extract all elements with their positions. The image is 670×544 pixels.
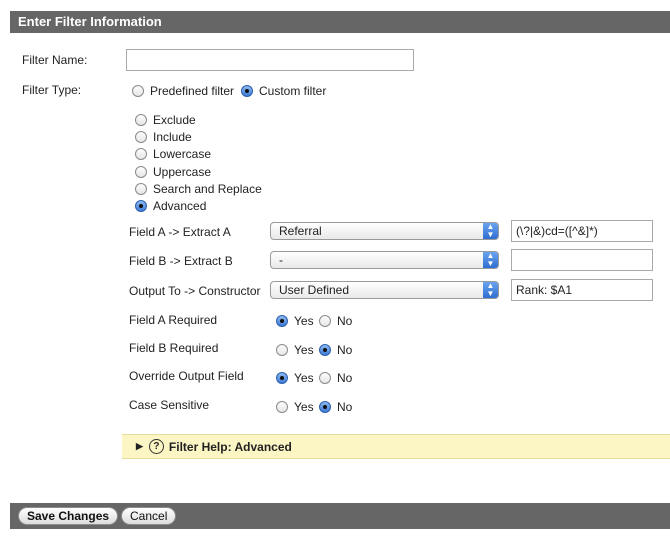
filter-help-toggle[interactable]: ▶ ? Filter Help: Advanced	[122, 434, 670, 459]
predefined-filter-label: Predefined filter	[150, 84, 235, 98]
filter-name-label: Filter Name:	[22, 53, 88, 67]
no-label: No	[337, 371, 353, 385]
cancel-button[interactable]: Cancel	[121, 507, 177, 525]
save-changes-button[interactable]: Save Changes	[18, 507, 119, 525]
type-search-replace-radio[interactable]: Search and Replace	[135, 182, 262, 196]
output-select[interactable]: User Defined ▲ ▼	[270, 281, 499, 299]
filter-help-label: Filter Help: Advanced	[168, 439, 292, 454]
radio-icon[interactable]	[319, 372, 331, 384]
yes-label: Yes	[294, 400, 314, 414]
field-a-required-label: Field A Required	[129, 313, 218, 327]
select-arrows-icon: ▲ ▼	[483, 282, 498, 298]
field-b-input[interactable]	[511, 249, 653, 271]
type-lowercase-radio[interactable]: Lowercase	[135, 147, 211, 161]
triangle-right-icon[interactable]: ▶	[136, 441, 143, 452]
override-output-label: Override Output Field	[129, 369, 244, 383]
radio-selected-icon[interactable]	[241, 85, 253, 97]
no-label: No	[337, 343, 353, 357]
field-a-select-value: Referral	[279, 224, 322, 238]
yes-label: Yes	[294, 343, 314, 357]
type-exclude-radio[interactable]: Exclude	[135, 113, 196, 127]
override-output-no-radio[interactable]: No	[319, 371, 352, 385]
field-b-required-no-radio[interactable]: No	[319, 343, 352, 357]
no-label: No	[337, 400, 353, 414]
field-a-label: Field A -> Extract A	[129, 225, 231, 239]
radio-selected-icon[interactable]	[319, 344, 331, 356]
help-icon: ?	[148, 439, 164, 454]
field-b-label: Field B -> Extract B	[129, 254, 233, 268]
case-sensitive-no-radio[interactable]: No	[319, 400, 352, 414]
radio-icon[interactable]	[276, 401, 288, 413]
type-include-label: Include	[153, 130, 192, 144]
case-sensitive-label: Case Sensitive	[129, 398, 210, 412]
radio-icon[interactable]	[132, 85, 144, 97]
yes-label: Yes	[294, 314, 314, 328]
case-sensitive-yes-radio[interactable]: Yes	[276, 400, 314, 414]
type-lowercase-label: Lowercase	[153, 147, 212, 161]
radio-icon[interactable]	[135, 131, 147, 143]
filter-type-label: Filter Type:	[22, 83, 82, 97]
field-b-select[interactable]: - ▲ ▼	[270, 251, 499, 269]
output-input[interactable]	[511, 279, 653, 301]
field-a-required-yes-radio[interactable]: Yes	[276, 314, 314, 328]
radio-selected-icon[interactable]	[319, 401, 331, 413]
section-header: Enter Filter Information	[10, 11, 670, 33]
type-uppercase-label: Uppercase	[153, 165, 212, 179]
radio-icon[interactable]	[135, 183, 147, 195]
output-label: Output To -> Constructor	[129, 284, 261, 298]
select-arrows-icon: ▲ ▼	[483, 223, 498, 239]
no-label: No	[337, 314, 353, 328]
field-b-required-label: Field B Required	[129, 341, 219, 355]
output-select-value: User Defined	[279, 283, 350, 297]
radio-icon[interactable]	[276, 344, 288, 356]
radio-icon[interactable]	[135, 114, 147, 126]
field-b-required-yes-radio[interactable]: Yes	[276, 343, 314, 357]
type-search-replace-label: Search and Replace	[153, 182, 262, 196]
yes-label: Yes	[294, 371, 314, 385]
type-advanced-label: Advanced	[153, 199, 207, 213]
radio-selected-icon[interactable]	[276, 372, 288, 384]
radio-selected-icon[interactable]	[276, 315, 288, 327]
radio-icon[interactable]	[135, 166, 147, 178]
select-arrows-icon: ▲ ▼	[483, 252, 498, 268]
radio-icon[interactable]	[319, 315, 331, 327]
radio-icon[interactable]	[135, 148, 147, 160]
type-exclude-label: Exclude	[153, 113, 196, 127]
field-a-select[interactable]: Referral ▲ ▼	[270, 222, 499, 240]
section-title: Enter Filter Information	[18, 14, 162, 29]
type-include-radio[interactable]: Include	[135, 130, 192, 144]
custom-filter-radio[interactable]: Custom filter	[241, 84, 326, 98]
field-a-required-no-radio[interactable]: No	[319, 314, 352, 328]
field-a-input[interactable]	[511, 220, 653, 242]
type-uppercase-radio[interactable]: Uppercase	[135, 165, 211, 179]
type-advanced-radio[interactable]: Advanced	[135, 199, 206, 213]
predefined-filter-radio[interactable]: Predefined filter	[132, 84, 234, 98]
radio-selected-icon[interactable]	[135, 200, 147, 212]
override-output-yes-radio[interactable]: Yes	[276, 371, 314, 385]
filter-name-input[interactable]	[126, 49, 414, 71]
field-b-select-value: -	[279, 253, 283, 267]
custom-filter-label: Custom filter	[259, 84, 327, 98]
